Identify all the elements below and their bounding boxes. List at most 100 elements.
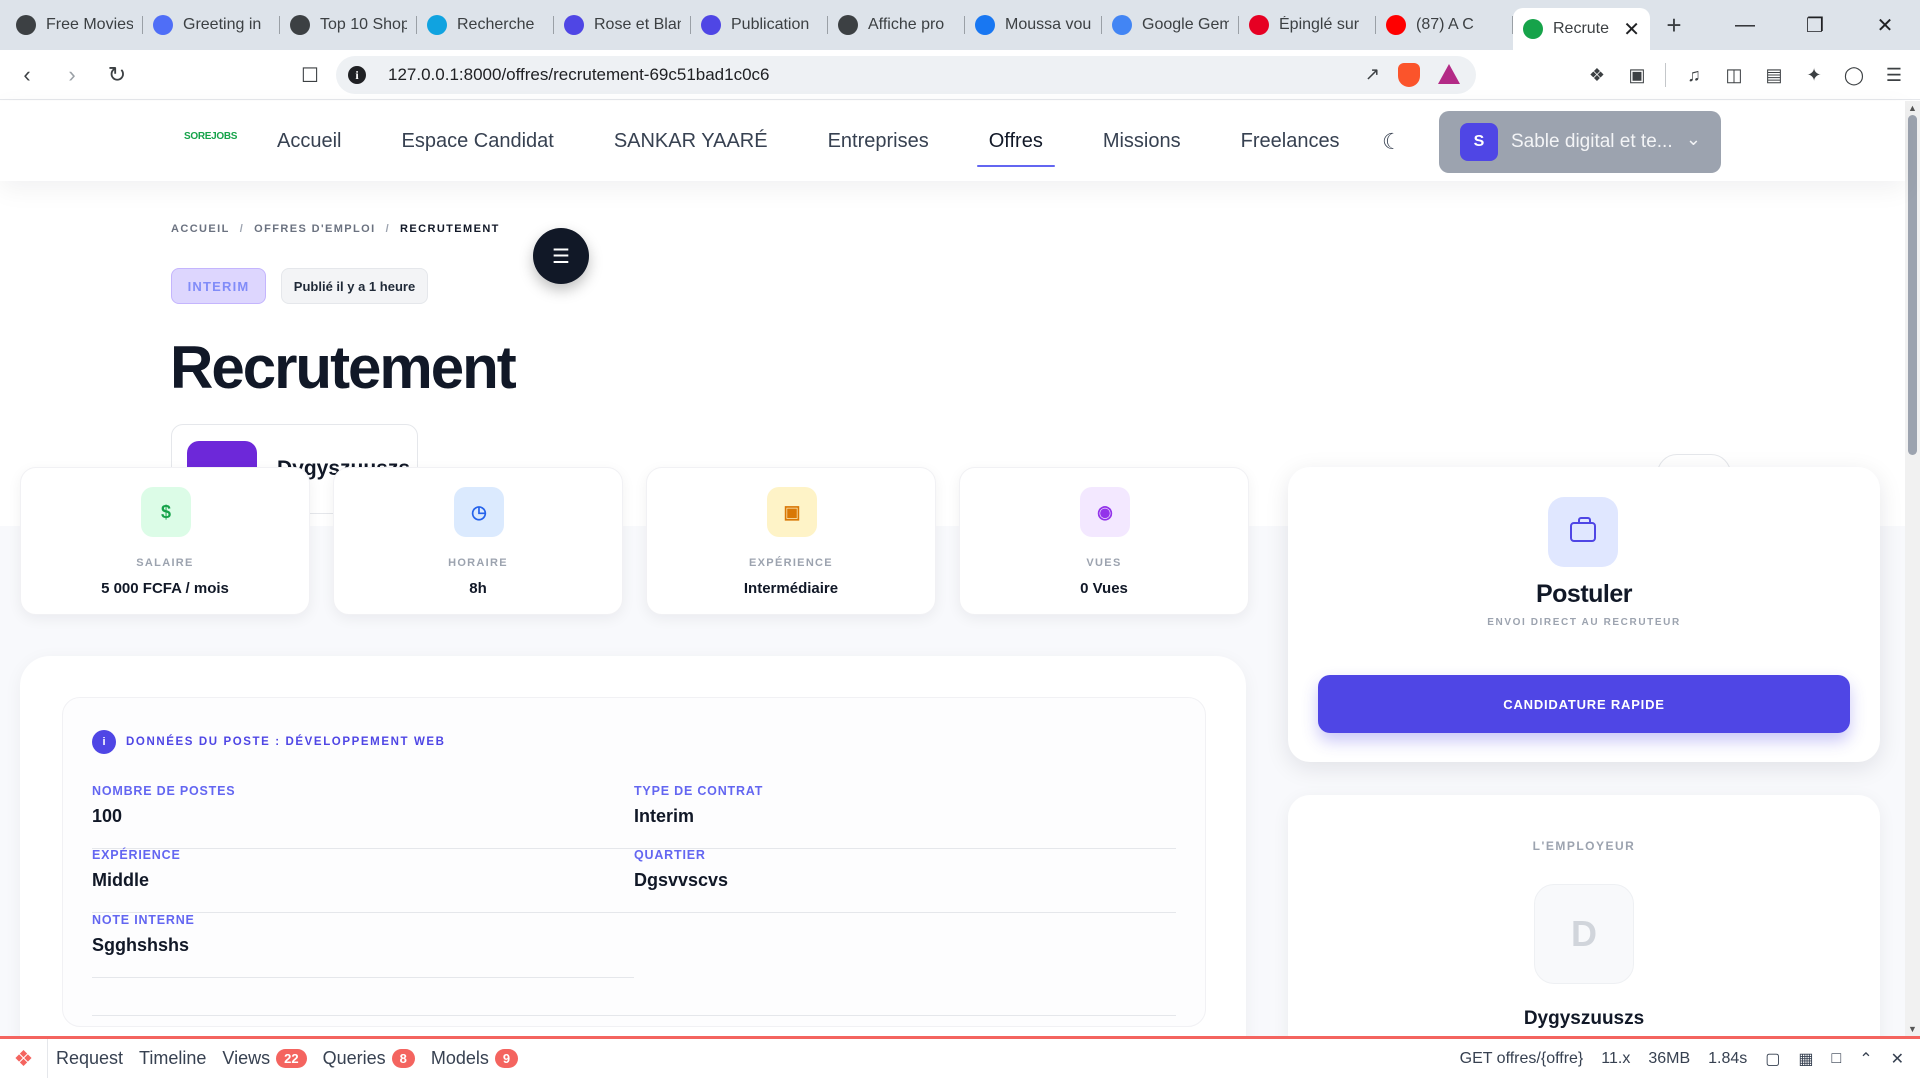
browser-tab[interactable]: Rose et Blan <box>554 5 691 45</box>
nav-item-1[interactable]: Espace Candidat <box>389 101 565 181</box>
info-icon: i <box>92 730 116 754</box>
brave-rewards-icon[interactable] <box>1438 64 1460 84</box>
scroll-down-icon[interactable]: ▼ <box>1908 1024 1917 1034</box>
nav-item-3[interactable]: Entreprises <box>816 101 941 181</box>
tab-title: Greeting in <box>183 16 262 33</box>
page-scrollbar[interactable]: ▲ ▼ <box>1905 101 1920 1036</box>
extensions-icon[interactable]: ❖ <box>1579 57 1615 93</box>
field-label: NOTE INTERNE <box>92 913 195 927</box>
tab-title: Top 10 Shop <box>320 16 407 33</box>
stat-card: ◷ HORAIRE 8h <box>333 467 623 615</box>
debug-tab[interactable]: Timeline <box>131 1039 214 1078</box>
restore-icon[interactable]: □ <box>1832 1050 1842 1068</box>
stat-label: VUES <box>1086 557 1122 569</box>
close-window-icon[interactable]: ✕ <box>1850 0 1920 50</box>
menu-icon[interactable]: ☰ <box>1876 57 1912 93</box>
minimize-icon[interactable]: — <box>1710 0 1780 50</box>
chevron-up-icon[interactable]: ⌃ <box>1859 1049 1872 1069</box>
address-bar[interactable]: i 127.0.0.1:8000/offres/recrutement-69c5… <box>336 56 1476 94</box>
section-header: i DONNÉES DU POSTE : DÉVELOPPEMENT WEB <box>92 730 446 754</box>
tab-title: Free Movies <box>46 16 133 33</box>
employer-name[interactable]: Dygyszuuszs <box>1288 1008 1880 1030</box>
wallet-icon[interactable]: ▤ <box>1756 57 1792 93</box>
facebook-icon <box>975 15 995 35</box>
browser-tab[interactable]: Top 10 Shop <box>280 5 417 45</box>
apply-title: Postuler <box>1535 580 1633 608</box>
laravel-icon[interactable]: ❖ <box>0 1039 48 1078</box>
debug-tab[interactable]: Models 9 <box>423 1039 526 1078</box>
url-text[interactable]: 127.0.0.1:8000/offres/recrutement-69c51b… <box>388 65 770 85</box>
reload-icon[interactable]: ↻ <box>99 57 135 93</box>
browser-tab[interactable]: Greeting in <box>143 5 280 45</box>
back-icon[interactable]: ‹ <box>9 57 45 93</box>
nav-item-0[interactable]: Accueil <box>265 101 353 181</box>
tab-title: Épinglé sur <box>1279 16 1360 33</box>
dark-mode-icon[interactable]: ☾ <box>1382 129 1402 155</box>
share-icon[interactable]: ↗ <box>1365 64 1380 85</box>
account-dropdown[interactable]: S Sable digital et te... ⌄ <box>1439 111 1721 173</box>
browser-tab[interactable]: Recrute ✕ <box>1513 8 1650 50</box>
heart-shield-icon <box>701 15 721 35</box>
tab-title: Recherche <box>457 16 535 33</box>
browser-tab[interactable]: Free Movies <box>6 5 143 45</box>
breadcrumb-current: RECRUTEMENT <box>400 223 500 235</box>
restore-icon[interactable]: ❐ <box>1780 0 1850 50</box>
tab-title: Rose et Blan <box>594 16 681 33</box>
scroll-up-icon[interactable]: ▲ <box>1908 103 1917 113</box>
bookmark-icon[interactable]: ☐ <box>292 57 328 93</box>
brave-shield-icon[interactable] <box>1398 63 1420 87</box>
account-name: Sable digital et te... <box>1511 131 1673 152</box>
published-badge: Publié il y a 1 heure <box>281 268 428 304</box>
nav-item-6[interactable]: Freelances <box>1229 101 1352 181</box>
php-version: 11.x <box>1601 1049 1631 1067</box>
debug-tab[interactable]: Queries 8 <box>315 1039 423 1078</box>
quick-apply-button[interactable]: CANDIDATURE RAPIDE <box>1318 675 1850 733</box>
file-icon[interactable]: ▢ <box>1765 1049 1780 1069</box>
new-tab-button[interactable]: + <box>1656 7 1692 43</box>
debug-tab[interactable]: Views 22 <box>214 1039 314 1078</box>
site-logo[interactable]: SOREJOBS <box>184 131 237 142</box>
breadcrumb-offres[interactable]: OFFRES D'EMPLOI <box>254 223 375 235</box>
toolbar-actions: ❖ ▣ ♫ ◫ ▤ ✦ ◯ ☰ <box>1579 57 1912 93</box>
browser-tab[interactable]: (87) A C <box>1376 5 1513 45</box>
stat-card: ▣ EXPÉRIENCE Intermédiaire <box>646 467 936 615</box>
memory-usage: 36MB <box>1648 1049 1691 1067</box>
floating-menu-button[interactable]: ☰ <box>533 228 589 284</box>
play-circle-icon <box>16 15 36 35</box>
browser-tab[interactable]: Moussa vou <box>965 5 1102 45</box>
nav-item-2[interactable]: SANKAR YAARÉ <box>602 101 780 181</box>
screenshot-icon[interactable]: ▣ <box>1619 57 1655 93</box>
nav-item-5[interactable]: Missions <box>1091 101 1193 181</box>
debug-tab-label: Models <box>430 1048 489 1068</box>
browser-tab[interactable]: Affiche pro <box>828 5 965 45</box>
debug-tab-label: Request <box>56 1048 124 1068</box>
vpn-icon[interactable]: ◯ <box>1836 57 1872 93</box>
browser-tab[interactable]: Google Gem <box>1102 5 1239 45</box>
music-icon[interactable]: ♫ <box>1676 57 1712 93</box>
sidebar-icon[interactable]: ◫ <box>1716 57 1752 93</box>
debug-tab-label: Timeline <box>139 1048 207 1068</box>
scrollbar-thumb[interactable] <box>1908 115 1917 455</box>
browser-tab[interactable]: Recherche <box>417 5 554 45</box>
tab-title: (87) A C <box>1416 16 1474 33</box>
debugbar-meta: GET offres/{offre} 11.x 36MB 1.84s ▢ ▦ □… <box>1460 1039 1920 1078</box>
laravel-debugbar: ❖ Request Timeline Views 22 Queries 8 Models 9 … <box>0 1036 1920 1078</box>
browser-tab[interactable]: Publication <box>691 5 828 45</box>
leo-ai-icon[interactable]: ✦ <box>1796 57 1832 93</box>
stat-card: $ SALAIRE 5 000 FCFA / mois <box>20 467 310 615</box>
close-icon[interactable]: ✕ <box>1891 1049 1904 1069</box>
field-label: EXPÉRIENCE <box>92 848 181 862</box>
breadcrumb-home[interactable]: ACCUEIL <box>171 223 230 235</box>
forward-icon[interactable]: › <box>54 57 90 93</box>
eye-icon: ◉ <box>1080 487 1130 537</box>
dollar-icon: $ <box>141 487 191 537</box>
nav-item-4[interactable]: Offres <box>976 101 1055 181</box>
field-value: 100 <box>92 806 123 826</box>
browser-tab[interactable]: Épinglé sur <box>1239 5 1376 45</box>
close-tab-icon[interactable]: ✕ <box>1623 17 1640 42</box>
site-info-icon[interactable]: i <box>348 66 366 84</box>
folder-icon[interactable]: ▦ <box>1798 1049 1813 1069</box>
debug-tab-count: 22 <box>276 1049 307 1068</box>
detail-field: QUARTIER Dgsvvscvs <box>634 848 1176 913</box>
debug-tab[interactable]: Request <box>48 1039 131 1078</box>
